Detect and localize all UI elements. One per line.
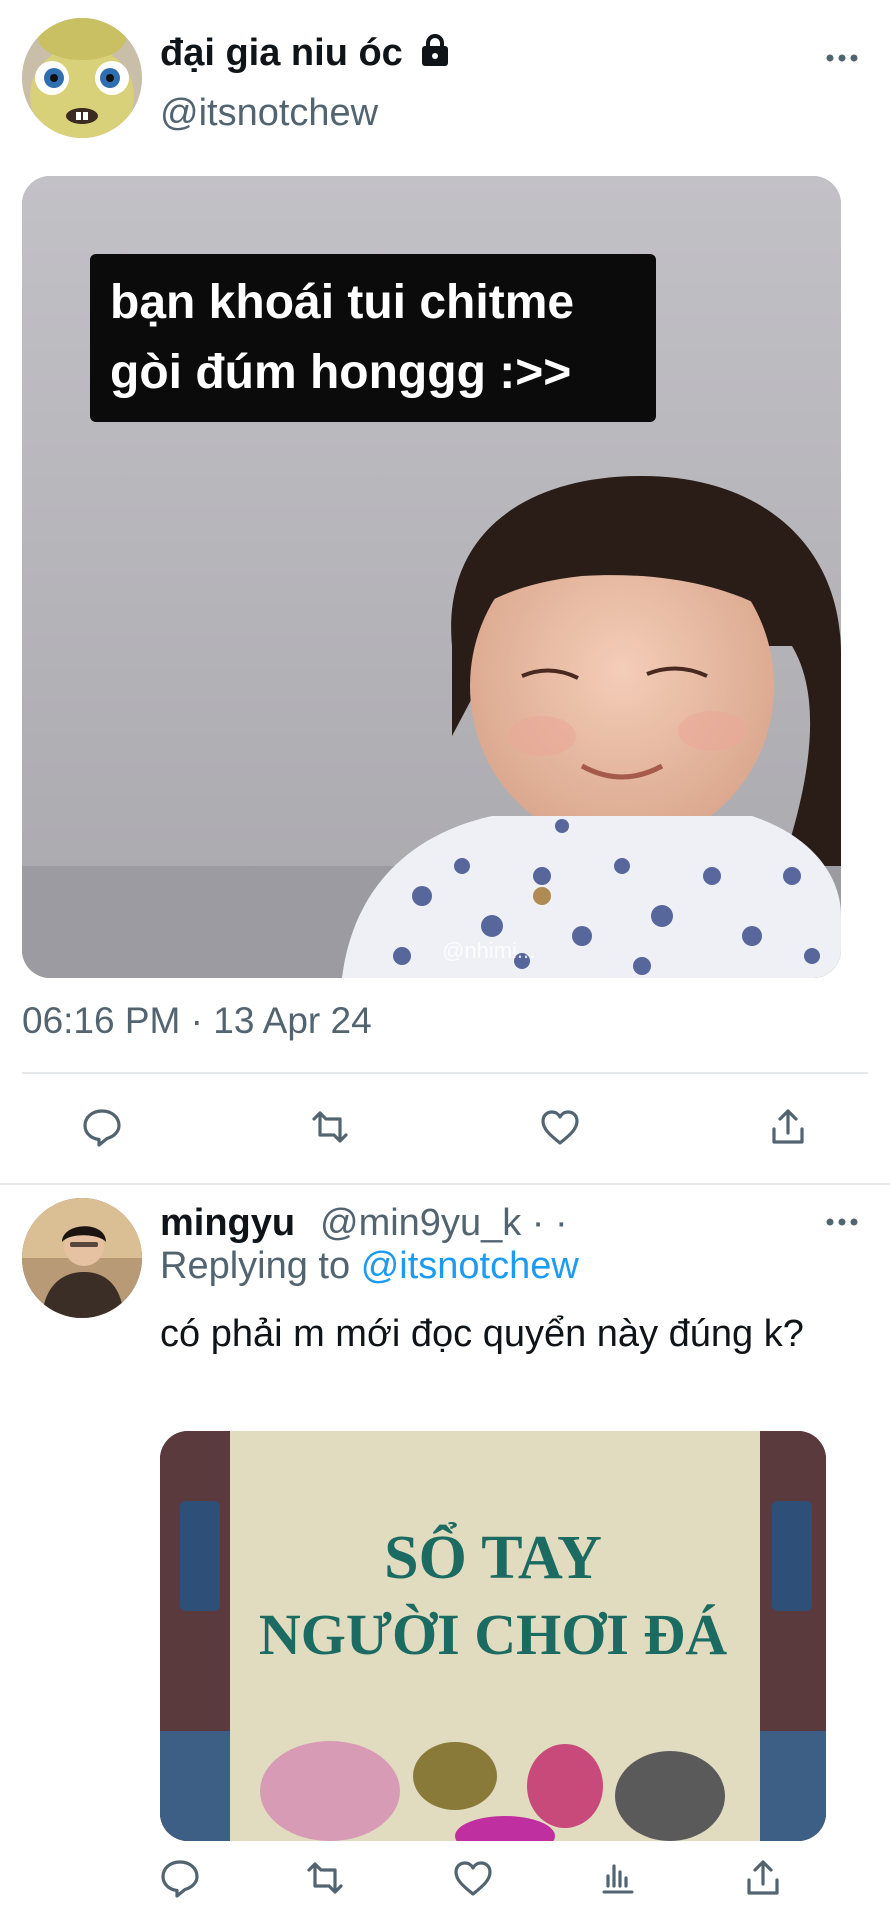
caption-line: gòi đúm honggg :>> xyxy=(110,346,572,399)
like-icon[interactable] xyxy=(530,1097,590,1157)
reply-icon[interactable] xyxy=(150,1848,210,1908)
meme-caption: bạn khoái tui chitme gòi đúm honggg :>> xyxy=(90,254,656,422)
retweet-icon[interactable] xyxy=(300,1097,360,1157)
more-icon[interactable] xyxy=(822,1202,862,1242)
replying-to: Replying to @itsnotchew xyxy=(160,1245,579,1287)
tweet-text: có phải m mới đọc quyển này đúng k? xyxy=(160,1313,804,1355)
avatar[interactable] xyxy=(22,1198,142,1318)
divider xyxy=(22,1072,868,1074)
caption-line: bạn khoái tui chitme xyxy=(110,276,575,329)
book-title-line: SỔ TAY xyxy=(384,1524,602,1592)
mention-link[interactable]: @itsnotchew xyxy=(361,1245,579,1287)
like-icon[interactable] xyxy=(443,1848,503,1908)
share-icon[interactable] xyxy=(758,1097,818,1157)
display-name[interactable]: mingyu xyxy=(160,1202,295,1245)
display-name[interactable]: đại gia niu óc xyxy=(160,32,451,77)
avatar[interactable] xyxy=(22,18,142,138)
more-icon[interactable] xyxy=(822,38,862,78)
timestamp[interactable]: 06:16 PM · 13 Apr 24 xyxy=(22,1000,372,1042)
retweet-icon[interactable] xyxy=(295,1848,355,1908)
share-icon[interactable] xyxy=(733,1848,793,1908)
tweet-photo[interactable]: SỔ TAY NGƯỜI CHƠI ĐÁ xyxy=(160,1431,826,1841)
handle[interactable]: @itsnotchew xyxy=(160,92,378,135)
reply-icon[interactable] xyxy=(72,1097,132,1157)
handle[interactable]: @min9yu_k · · xyxy=(320,1202,568,1245)
views-icon[interactable] xyxy=(588,1848,648,1908)
lock-icon xyxy=(419,33,451,77)
book-title-line: NGƯỜI CHƠI ĐÁ xyxy=(258,1602,728,1667)
watermark: @nhimi... xyxy=(442,938,536,963)
